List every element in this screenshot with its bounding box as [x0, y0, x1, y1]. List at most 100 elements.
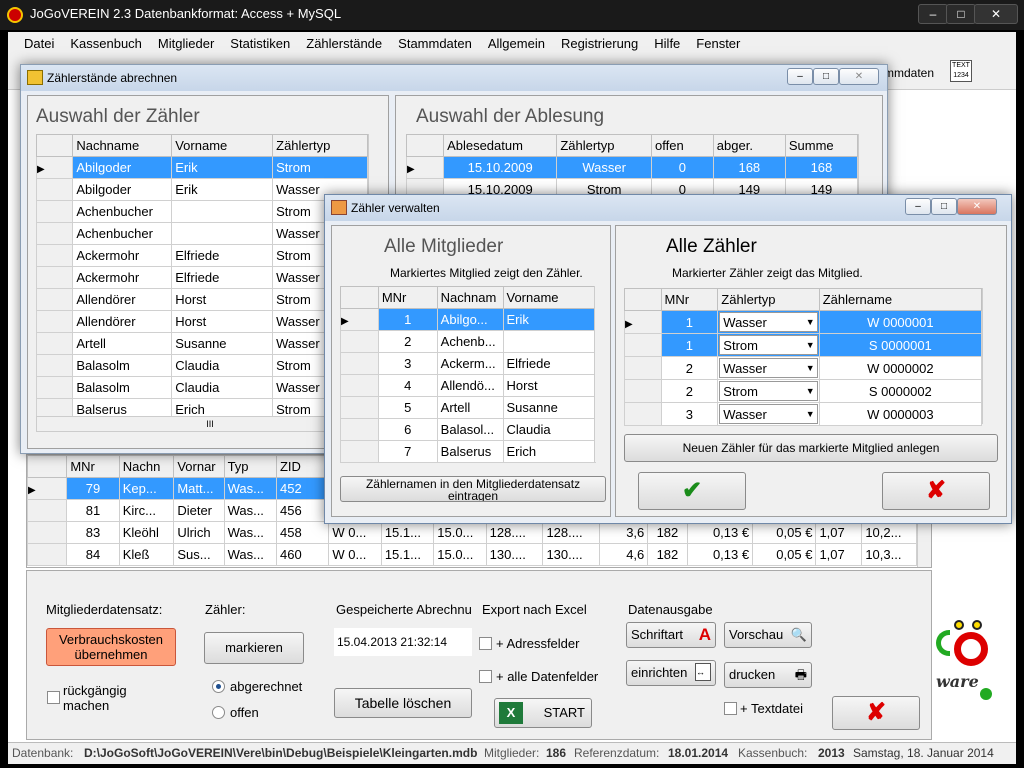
- row-indicator[interactable]: [624, 379, 662, 403]
- zaehler-cell[interactable]: Strom ▼: [717, 379, 820, 403]
- zaehler-auswahl-row[interactable]: Achenbucher Strom: [35, 200, 368, 223]
- abrechnung-cell[interactable]: Matt...: [173, 477, 225, 500]
- abrechnung-col-header[interactable]: Vornar: [173, 455, 225, 478]
- bottom-cancel-button[interactable]: ✘: [832, 696, 920, 730]
- zaehler-row[interactable]: ▶ 1 Wasser ▼ W 0000001: [624, 310, 983, 334]
- gespeichert-field[interactable]: 15.04.2013 21:32:14: [334, 628, 472, 656]
- abrechnung-cell[interactable]: 15.1...: [380, 521, 435, 544]
- abrechnung-cell[interactable]: Ulrich: [173, 521, 225, 544]
- dropdown-arrow-icon[interactable]: ▼: [806, 409, 817, 419]
- zaehler-auswahl-col-header[interactable]: Zählertyp: [272, 134, 368, 157]
- abrechnung-cell[interactable]: 460: [275, 543, 330, 566]
- abrechnung-cell[interactable]: 0,05 €: [752, 543, 817, 566]
- zaehler-auswahl-row[interactable]: Balasolm Claudia Strom: [35, 354, 368, 377]
- mitglieder-cell[interactable]: Abilgo...: [436, 308, 504, 331]
- row-indicator[interactable]: [35, 376, 74, 399]
- zaehlerstaende-maximize-button[interactable]: □: [813, 68, 839, 85]
- mitglieder-cell[interactable]: 1: [377, 308, 438, 331]
- menu-mitglieder[interactable]: Mitglieder: [158, 32, 214, 56]
- zaehler-auswahl-row[interactable]: Allendörer Horst Wasser: [35, 310, 368, 333]
- abrechnung-cell[interactable]: 182: [647, 521, 688, 544]
- zaehlerstaende-minimize-button[interactable]: –: [787, 68, 813, 85]
- mitglieder-row[interactable]: 5 Artell Susanne: [340, 396, 596, 419]
- zaehler-auswahl-row[interactable]: Balasolm Claudia Wasser: [35, 376, 368, 399]
- mitglieder-cell[interactable]: Ackerm...: [436, 352, 504, 375]
- abrechnung-cell[interactable]: 456: [275, 499, 330, 522]
- mitglieder-row[interactable]: ▶ 1 Abilgo... Erik: [340, 308, 596, 331]
- row-indicator[interactable]: [624, 356, 662, 380]
- mitglieder-col-header[interactable]: MNr: [377, 286, 438, 309]
- zaehler-auswahl-row[interactable]: ▶ Abilgoder Erik Strom: [35, 156, 368, 179]
- zaehler-auswahl-cell[interactable]: Artell: [72, 332, 173, 355]
- abrechnung-cell[interactable]: Was...: [223, 477, 277, 500]
- mitglieder-cell[interactable]: Susanne: [502, 396, 596, 419]
- zaehler-auswahl-row[interactable]: Abilgoder Erik Wasser: [35, 178, 368, 201]
- abrechnung-cell[interactable]: 4,6: [599, 543, 649, 566]
- row-indicator[interactable]: [340, 330, 379, 353]
- abrechnung-cell[interactable]: 10,2...: [861, 521, 917, 544]
- maximize-button[interactable]: □: [946, 4, 976, 24]
- zaehlertyp-dropdown[interactable]: Strom ▼: [719, 381, 818, 401]
- abrechnung-cell[interactable]: 15.0...: [433, 543, 487, 566]
- stammdaten-toolbar-label[interactable]: mmdaten: [884, 66, 934, 80]
- menu-registrierung[interactable]: Registrierung: [561, 32, 638, 56]
- zaehler-cell[interactable]: 1: [660, 310, 719, 334]
- abrechnung-cell[interactable]: 128....: [485, 521, 544, 544]
- menu-allgemein[interactable]: Allgemein: [488, 32, 545, 56]
- abrechnung-cell[interactable]: Was...: [223, 543, 277, 566]
- mitglieder-cell[interactable]: 3: [377, 352, 438, 375]
- abrechnung-cell[interactable]: 182: [647, 543, 688, 566]
- drucken-button[interactable]: drucken 🖶: [724, 662, 812, 688]
- row-indicator[interactable]: [624, 333, 662, 357]
- zaehler-auswahl-cell[interactable]: Balasolm: [72, 376, 173, 399]
- row-indicator[interactable]: [35, 244, 74, 267]
- zaehler-cell[interactable]: W 0000003: [818, 402, 983, 426]
- zaehler-verwalten-maximize-button[interactable]: □: [931, 198, 957, 215]
- menu-z-hlerst-nde[interactable]: Zählerstände: [306, 32, 382, 56]
- row-indicator[interactable]: [624, 402, 662, 426]
- zaehler-auswahl-cell[interactable]: Horst: [171, 288, 274, 311]
- zaehler-auswahl-cell[interactable]: Ackermohr: [72, 266, 173, 289]
- abrechnung-cell[interactable]: Sus...: [173, 543, 225, 566]
- rueckgaengig-checkbox[interactable]: [47, 691, 60, 704]
- ablesung-col-header[interactable]: Summe: [784, 134, 859, 157]
- mitglieder-col-header[interactable]: Nachnam: [436, 286, 504, 309]
- zaehler-auswahl-cell[interactable]: [171, 222, 274, 245]
- abrechnung-cell[interactable]: 130....: [542, 543, 601, 566]
- row-indicator[interactable]: ▶: [340, 308, 379, 331]
- zaehler-auswahl-cell[interactable]: Claudia: [171, 376, 274, 399]
- ablesung-col-header[interactable]: abger.: [712, 134, 786, 157]
- ablesung-row[interactable]: ▶ 15.10.2009 Wasser 0 168 168: [405, 156, 859, 179]
- minimize-button[interactable]: –: [918, 4, 948, 24]
- verbrauchskosten-button[interactable]: Verbrauchskosten übernehmen: [46, 628, 176, 666]
- mitglieder-cell[interactable]: 2: [377, 330, 438, 353]
- zaehler-cell[interactable]: 2: [660, 356, 719, 380]
- abrechnung-cell[interactable]: 84: [66, 543, 120, 566]
- zaehler-row[interactable]: 2 Wasser ▼ W 0000002: [624, 356, 983, 380]
- abrechnung-cell[interactable]: Kirc...: [118, 499, 175, 522]
- mitglieder-cell[interactable]: 6: [377, 418, 438, 441]
- zaehler-auswahl-cell[interactable]: Horst: [171, 310, 274, 333]
- mitglieder-cell[interactable]: 5: [377, 396, 438, 419]
- menu-kassenbuch[interactable]: Kassenbuch: [70, 32, 142, 56]
- zaehlerstaende-close-button[interactable]: ✕: [839, 68, 879, 85]
- mitglieder-col-header[interactable]: Vorname: [502, 286, 596, 309]
- menu-fenster[interactable]: Fenster: [696, 32, 740, 56]
- einrichten-button[interactable]: einrichten ↔: [626, 660, 716, 686]
- zaehler-auswahl-cell[interactable]: Ackermohr: [72, 244, 173, 267]
- abrechnung-cell[interactable]: 452: [275, 477, 330, 500]
- row-indicator[interactable]: [35, 200, 74, 223]
- row-indicator[interactable]: [35, 354, 74, 377]
- excel-start-button[interactable]: X START: [494, 698, 592, 728]
- ablesung-cell[interactable]: 168: [712, 156, 786, 179]
- zaehlertyp-dropdown[interactable]: Wasser ▼: [719, 312, 818, 332]
- abrechnung-row[interactable]: 84 Kleß Sus... Was... 460 W 0... 15.1... 15.0..…: [26, 543, 917, 566]
- zaehler-row[interactable]: 3 Wasser ▼ W 0000003: [624, 402, 983, 426]
- menu-datei[interactable]: Datei: [24, 32, 54, 56]
- ablesung-col-header[interactable]: offen: [651, 134, 714, 157]
- zaehler-auswahl-cell[interactable]: [171, 200, 274, 223]
- zaehler-cell[interactable]: Wasser ▼: [717, 310, 820, 334]
- abrechnung-col-header[interactable]: Nachn: [118, 455, 175, 478]
- ablesung-col-header[interactable]: Ablesedatum: [443, 134, 558, 157]
- abrechnung-cell[interactable]: 15.0...: [433, 521, 487, 544]
